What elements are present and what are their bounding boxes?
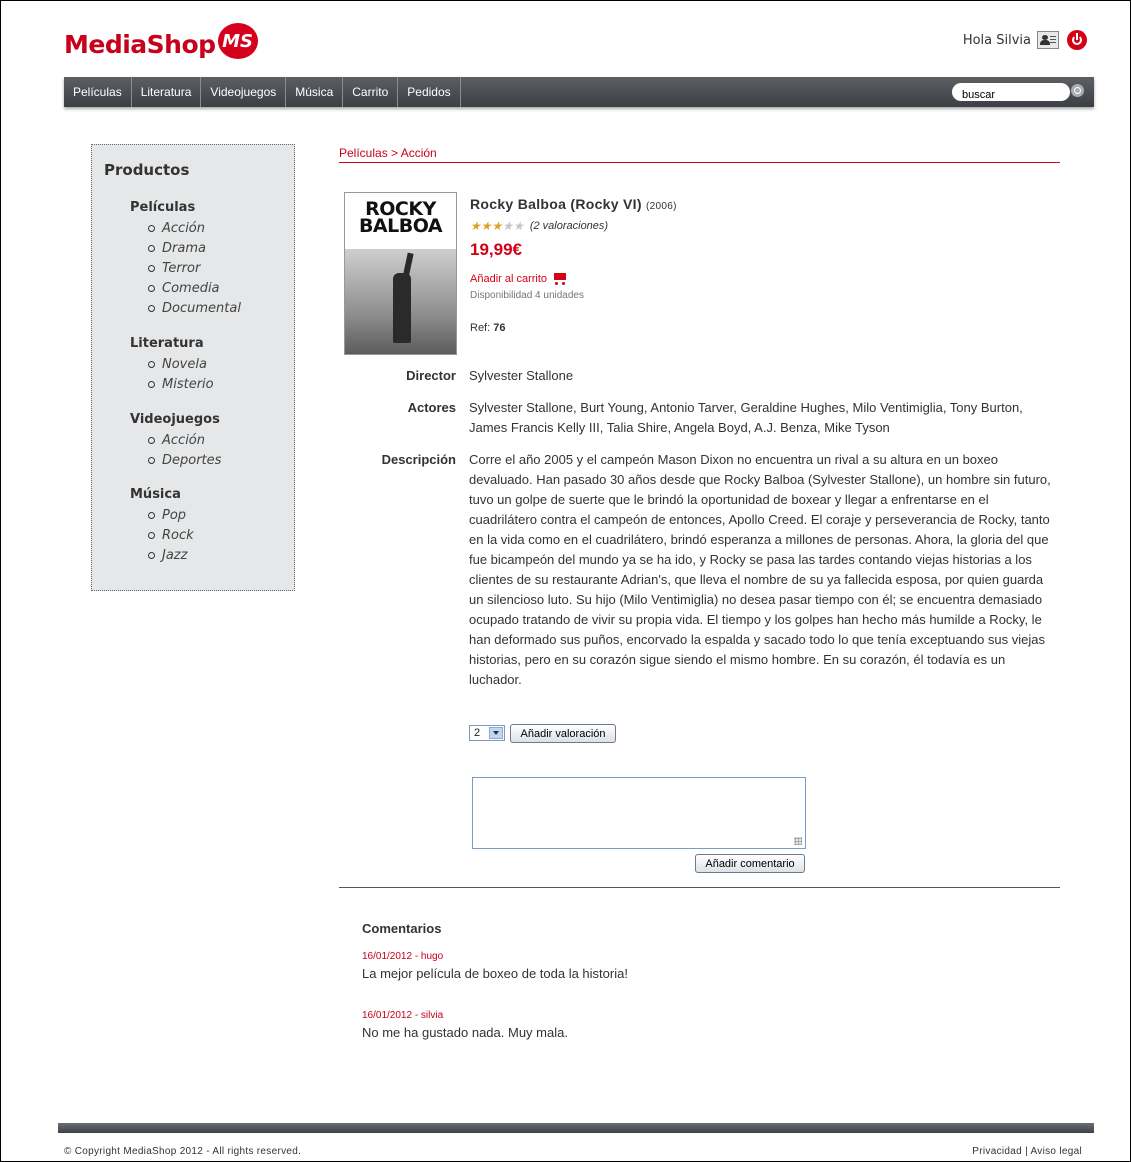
- product-year: (2006): [646, 201, 677, 212]
- footer-bar: [58, 1123, 1094, 1133]
- nav-item-videojuegos[interactable]: Videojuegos: [201, 77, 287, 107]
- sidebar-item-pop[interactable]: Pop: [148, 508, 186, 523]
- add-rating-button[interactable]: Añadir valoración: [510, 724, 616, 743]
- description-label: Descripción: [381, 452, 456, 467]
- bullet-icon: [148, 552, 155, 559]
- comment-meta: 16/01/2012 - hugo: [362, 951, 444, 962]
- nav-item-peliculas[interactable]: Películas: [64, 77, 132, 107]
- star-empty-icon: ★: [513, 219, 524, 233]
- star-filled-icon: ★: [480, 219, 492, 233]
- bullet-icon: [148, 532, 155, 539]
- star-filled-icon: ★: [491, 219, 503, 233]
- nav-item-pedidos[interactable]: Pedidos: [398, 77, 461, 107]
- sidebar-item-novela[interactable]: Novela: [148, 357, 207, 372]
- actors-value: Sylvester Stallone, Burt Young, Antonio …: [469, 400, 1023, 435]
- mediashop-logo[interactable]: MediaShop MS: [64, 23, 258, 64]
- user-profile-icon[interactable]: [1037, 31, 1059, 49]
- availability-text: Disponibilidad 4 unidades: [470, 290, 584, 301]
- nav-item-carrito[interactable]: Carrito: [343, 77, 399, 107]
- sidebar-item-jazz[interactable]: Jazz: [148, 548, 187, 563]
- sidebar-category-videojuegos[interactable]: Videojuegos: [130, 412, 220, 427]
- search-box: [952, 83, 1084, 104]
- main-navbar: Películas Literatura Videojuegos Música …: [64, 77, 1094, 107]
- product-ref: Ref: 76: [470, 322, 506, 334]
- actors-label: Actores: [407, 400, 456, 415]
- nav-item-literatura[interactable]: Literatura: [132, 77, 202, 107]
- nav-item-musica[interactable]: Música: [286, 77, 344, 107]
- sidebar-item-comedia[interactable]: Comedia: [148, 281, 220, 296]
- product-title: Rocky Balboa (Rocky VI) (2006): [470, 196, 677, 212]
- sidebar-category-peliculas[interactable]: Películas: [130, 200, 195, 215]
- comments-title: Comentarios: [362, 921, 442, 936]
- product-poster-image: ROCKY BALBOA: [344, 192, 457, 355]
- sidebar-title: Productos: [104, 161, 190, 179]
- bullet-icon: [148, 457, 155, 464]
- product-price: 19,99€: [470, 240, 522, 259]
- bullet-icon: [148, 245, 155, 252]
- bullet-icon: [148, 265, 155, 272]
- user-area: Hola Silvia: [963, 30, 1087, 50]
- logo-text: MediaShop: [64, 29, 216, 59]
- star-filled-icon: ★: [470, 219, 481, 233]
- director-label: Director: [406, 368, 456, 383]
- sidebar-category-musica[interactable]: Música: [130, 487, 181, 502]
- sidebar-category-literatura[interactable]: Literatura: [130, 336, 204, 351]
- footer-separator: |: [1025, 1146, 1028, 1157]
- privacy-link[interactable]: Privacidad: [972, 1146, 1022, 1157]
- comment-textarea[interactable]: [472, 777, 806, 849]
- description-value: Corre el año 2005 y el campeón Mason Dix…: [469, 452, 1051, 687]
- bullet-icon: [148, 225, 155, 232]
- bullet-icon: [148, 361, 155, 368]
- sidebar-item-accion-videojuegos[interactable]: Acción: [148, 433, 205, 448]
- bullet-icon: [148, 437, 155, 444]
- sidebar-item-rock[interactable]: Rock: [148, 528, 194, 543]
- logout-power-icon[interactable]: [1067, 30, 1087, 50]
- cart-icon[interactable]: [552, 271, 569, 286]
- search-input[interactable]: [952, 86, 1062, 104]
- rating-select[interactable]: 2: [469, 725, 505, 741]
- breadcrumb-divider: [339, 162, 1060, 163]
- chevron-down-icon[interactable]: [489, 727, 503, 739]
- footer-links: Privacidad | Aviso legal: [972, 1146, 1082, 1157]
- bullet-icon: [148, 512, 155, 519]
- sidebar-item-accion[interactable]: Acción: [148, 221, 205, 236]
- add-to-cart-link[interactable]: Añadir al carrito: [470, 271, 569, 286]
- comments-divider: [339, 887, 1060, 888]
- poster-title: ROCKY BALBOA: [358, 198, 443, 237]
- sidebar-item-deportes[interactable]: Deportes: [148, 453, 221, 468]
- rating-count: (2 valoraciones): [529, 220, 609, 232]
- comment-text: No me ha gustado nada. Muy mala.: [362, 1025, 568, 1040]
- copyright-text: © Copyright MediaShop 2012 - All rights …: [64, 1146, 302, 1157]
- product-rating: ★ ★ ★ ★ ★ (2 valoraciones): [470, 220, 608, 232]
- sidebar-item-terror[interactable]: Terror: [148, 261, 200, 276]
- director-value: Sylvester Stallone: [469, 368, 574, 383]
- resize-grip-icon[interactable]: [794, 837, 802, 845]
- star-empty-icon: ★: [502, 219, 514, 233]
- user-greeting: Hola Silvia: [962, 32, 1031, 48]
- products-sidebar: Productos Películas Acción Drama Terror …: [91, 144, 295, 591]
- bullet-icon: [148, 305, 155, 312]
- sidebar-item-drama[interactable]: Drama: [148, 241, 206, 256]
- sidebar-item-misterio[interactable]: Misterio: [148, 377, 214, 392]
- comment-meta: 16/01/2012 - silvia: [362, 1010, 444, 1021]
- sidebar-item-documental[interactable]: Documental: [148, 301, 241, 316]
- breadcrumb[interactable]: Películas > Acción: [339, 146, 437, 160]
- add-comment-button[interactable]: Añadir comentario: [695, 854, 805, 873]
- bullet-icon: [148, 285, 155, 292]
- legal-notice-link[interactable]: Aviso legal: [1031, 1146, 1082, 1157]
- bullet-icon: [148, 381, 155, 388]
- logo-badge: MS: [217, 23, 258, 59]
- comment-text: La mejor película de boxeo de toda la hi…: [362, 966, 628, 981]
- search-icon[interactable]: [1071, 84, 1084, 97]
